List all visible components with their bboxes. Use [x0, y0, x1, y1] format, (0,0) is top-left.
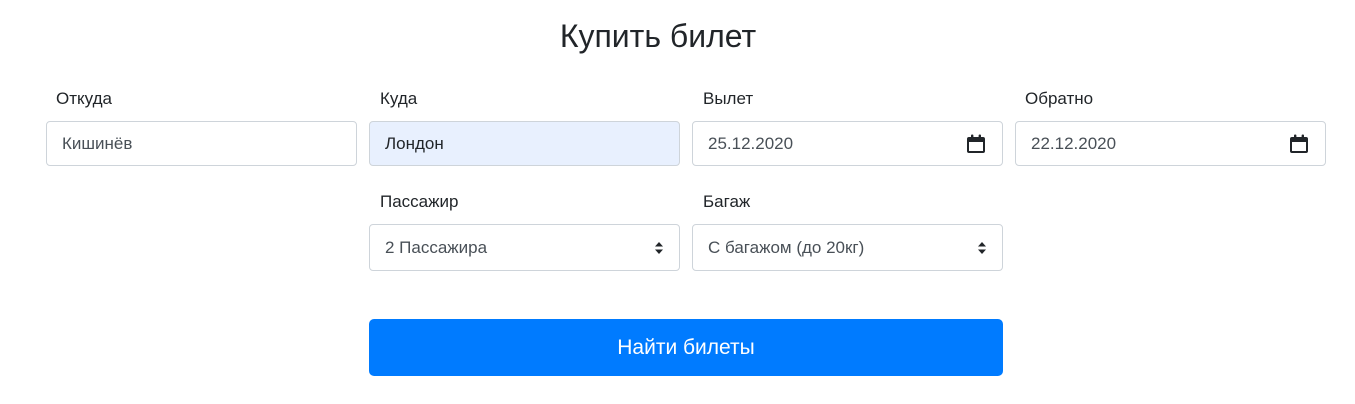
find-tickets-button[interactable]: Найти билеты: [369, 319, 1003, 376]
find-tickets-button-label: Найти билеты: [617, 335, 755, 359]
calendar-icon[interactable]: [1288, 133, 1310, 155]
to-label: Куда: [380, 89, 418, 108]
baggage-label: Багаж: [703, 192, 751, 211]
departure-date-value: 25.12.2020: [708, 133, 794, 153]
return-label: Обратно: [1025, 89, 1094, 108]
passengers-select[interactable]: 2 Пассажира: [369, 224, 680, 271]
passengers-select-value: 2 Пассажира: [385, 237, 488, 257]
select-caret-icon: [655, 241, 663, 254]
to-input[interactable]: Лондон: [369, 121, 680, 166]
return-date-value: 22.12.2020: [1031, 133, 1117, 153]
departure-date-input[interactable]: 25.12.2020: [692, 121, 1003, 166]
from-input[interactable]: Кишинёв: [46, 121, 357, 166]
from-label: Откуда: [56, 89, 112, 108]
baggage-select-value: С багажом (до 20кг): [708, 237, 865, 257]
ticket-search-page: Купить билет Откуда Куда Вылет Обратно К…: [0, 0, 1355, 404]
departure-label: Вылет: [703, 89, 754, 108]
calendar-icon[interactable]: [965, 133, 987, 155]
page-title: Купить билет: [559, 18, 757, 54]
baggage-select[interactable]: С багажом (до 20кг): [692, 224, 1003, 271]
to-input-value: Лондон: [385, 133, 444, 153]
from-input-value: Кишинёв: [62, 133, 133, 153]
passengers-label: Пассажир: [380, 192, 459, 211]
return-date-input[interactable]: 22.12.2020: [1015, 121, 1326, 166]
select-caret-icon: [978, 241, 986, 254]
